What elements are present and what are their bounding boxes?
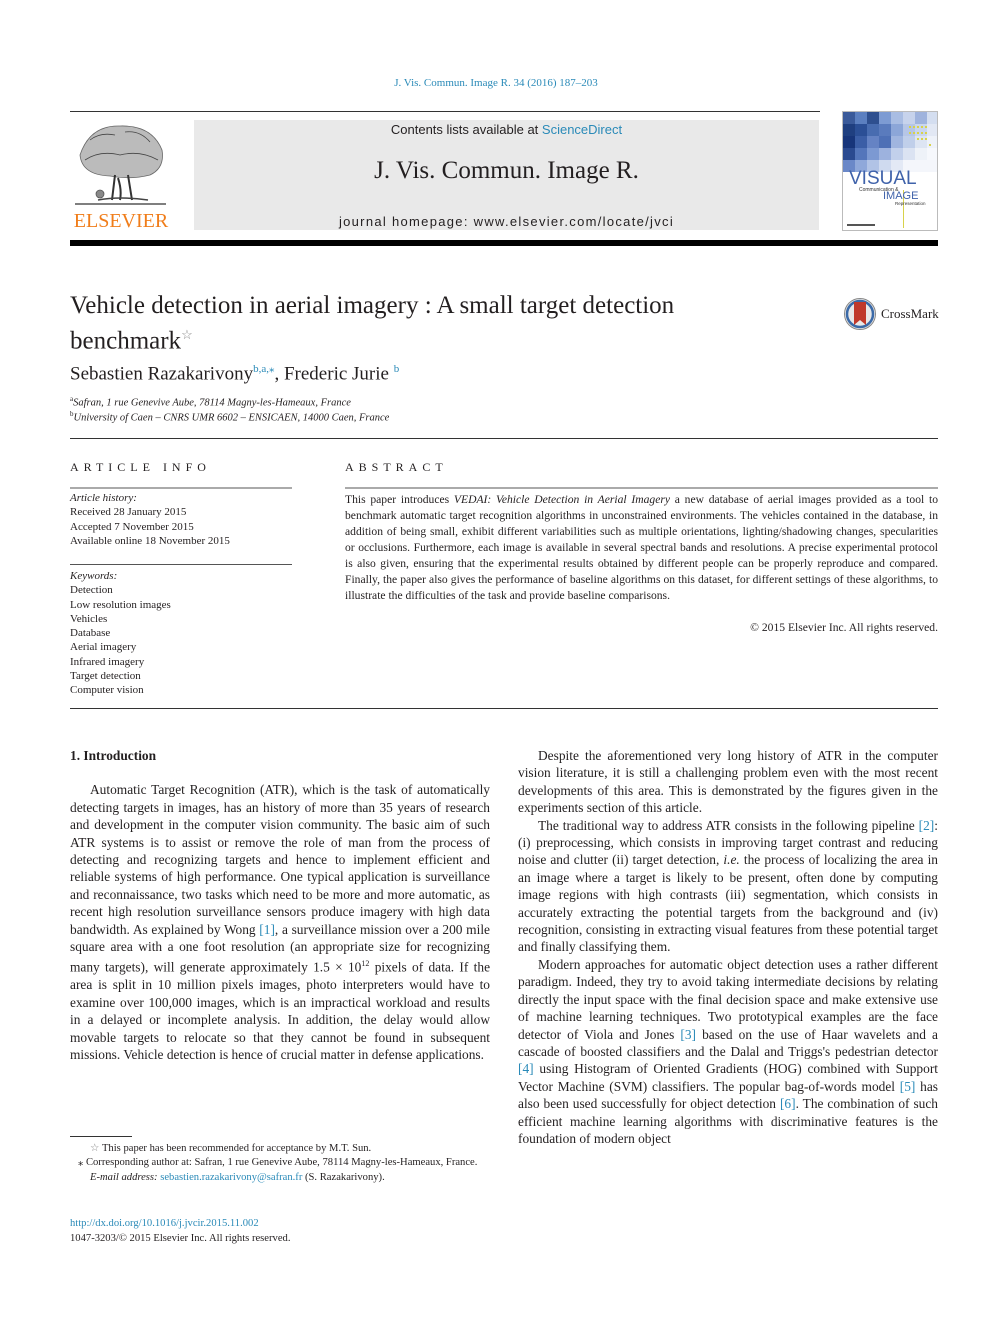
- doi-block: http://dx.doi.org/10.1016/j.jvcir.2015.1…: [70, 1216, 290, 1246]
- svg-text:Representation: Representation: [895, 201, 926, 206]
- reference-link[interactable]: [1]: [259, 922, 275, 937]
- contents-line: Contents lists available at ScienceDirec…: [194, 122, 819, 137]
- abstract-copyright: © 2015 Elsevier Inc. All rights reserved…: [750, 621, 938, 634]
- history-label: Article history:: [70, 492, 137, 504]
- title-line-1: Vehicle detection in aerial imagery : A …: [70, 292, 675, 319]
- divider: [70, 708, 938, 709]
- affiliation-a: aSafran, 1 rue Genevive Aube, 78114 Magn…: [70, 395, 351, 409]
- abstract-text: This paper introduces VEDAI: Vehicle Det…: [345, 492, 938, 604]
- affiliation-b: bUniversity of Caen – CNRS UMR 6602 – EN…: [70, 410, 389, 424]
- elsevier-wordmark: ELSEVIER: [73, 210, 169, 232]
- title-footnote-star-link[interactable]: ☆: [181, 327, 193, 342]
- author-affiliation-link[interactable]: b: [394, 363, 400, 375]
- article-title: Vehicle detection in aerial imagery : A …: [70, 291, 770, 355]
- cover-art-icon: VISUAL Communication & IMAGE Representat…: [843, 112, 937, 230]
- author-list: Sebastien Razakarivonyb,a,⁎, Frederic Ju…: [70, 362, 399, 385]
- body-column-right: Despite the aforementioned very long his…: [518, 747, 938, 1147]
- reference-link[interactable]: [4]: [518, 1061, 534, 1076]
- history-received: Received 28 January 2015: [70, 506, 187, 519]
- title-line-2: benchmark: [70, 327, 182, 355]
- history-online: Available online 18 November 2015: [70, 534, 230, 547]
- header-rule: [70, 111, 820, 112]
- elsevier-logo[interactable]: ELSEVIER: [70, 120, 172, 232]
- keyword: Computer vision: [70, 684, 144, 697]
- author-affiliation-link[interactable]: b,a,: [253, 363, 269, 375]
- paragraph: Automatic Target Recognition (ATR), whic…: [70, 782, 491, 1062]
- elsevier-tree-icon: [75, 125, 166, 205]
- abstract-heading: ABSTRACT: [345, 460, 448, 474]
- keyword: Vehicles: [70, 612, 108, 625]
- keywords: Keywords: Detection Low resolution image…: [70, 569, 300, 698]
- paragraph: Modern approaches for automatic object d…: [518, 956, 939, 1146]
- paragraph: Despite the aforementioned very long his…: [518, 748, 938, 816]
- journal-homepage[interactable]: journal homepage: www.elsevier.com/locat…: [194, 214, 819, 229]
- abstract-dataset-name: VEDAI: Vehicle Detection in Aerial Image…: [453, 493, 670, 506]
- email-link[interactable]: sebastien.razakarivony@safran.fr: [160, 1172, 302, 1183]
- sciencedirect-link[interactable]: ScienceDirect: [542, 122, 622, 137]
- keyword: Target detection: [70, 670, 141, 683]
- abstract-body: a new database of aerial images provided…: [345, 493, 938, 602]
- journal-cover-image[interactable]: VISUAL Communication & IMAGE Representat…: [842, 111, 938, 231]
- keyword: Aerial imagery: [70, 641, 137, 654]
- keyword: Database: [70, 627, 111, 640]
- issn-copyright: 1047-3203/© 2015 Elsevier Inc. All right…: [70, 1233, 291, 1244]
- keyword: Low resolution images: [70, 598, 171, 611]
- body-column-left: 1. Introduction Automatic Target Recogni…: [70, 747, 490, 1063]
- keywords-label: Keywords:: [70, 570, 118, 582]
- author-name: Sebastien Razakarivony: [70, 363, 254, 385]
- reference-link[interactable]: [6]: [780, 1096, 796, 1111]
- reference-link[interactable]: [5]: [900, 1079, 916, 1094]
- header-thick-rule: [70, 240, 938, 246]
- divider: [70, 487, 292, 489]
- journal-masthead: Contents lists available at ScienceDirec…: [194, 120, 819, 230]
- abstract-pre: This paper introduces: [345, 493, 454, 506]
- article-info-heading: ARTICLE INFO: [70, 460, 211, 474]
- reference-link[interactable]: [2]: [919, 818, 935, 833]
- contents-prefix: Contents lists available at: [390, 122, 542, 137]
- svg-text:VISUAL: VISUAL: [849, 168, 917, 189]
- crossmark-button[interactable]: CrossMark: [843, 297, 939, 331]
- affiliation-text: University of Caen – CNRS UMR 6602 – ENS…: [73, 412, 390, 424]
- footnote-rule: [70, 1136, 132, 1137]
- author-separator: ,: [274, 363, 284, 385]
- keyword: Infrared imagery: [70, 655, 145, 668]
- keyword: Detection: [70, 584, 113, 597]
- history-accepted: Accepted 7 November 2015: [70, 520, 194, 533]
- crossmark-icon: [844, 298, 876, 330]
- article-history: Article history: Received 28 January 201…: [70, 491, 300, 548]
- paragraph: The traditional way to address ATR consi…: [518, 817, 938, 955]
- footnote-recommendation: ☆ This paper has been recommended for ac…: [90, 1143, 372, 1154]
- affiliation-text: Safran, 1 rue Genevive Aube, 78114 Magny…: [73, 397, 351, 409]
- reference-link[interactable]: [3]: [680, 1027, 696, 1042]
- divider: [70, 564, 292, 565]
- journal-citation-link[interactable]: J. Vis. Commun. Image R. 34 (2016) 187–2…: [0, 77, 992, 89]
- footnote-corresponding: ⁎ Corresponding author at: Safran, 1 rue…: [78, 1157, 478, 1169]
- footnotes: ☆ This paper has been recommended for ac…: [70, 1142, 490, 1185]
- footnote-email: E-mail address: sebastien.razakarivony@s…: [90, 1171, 385, 1183]
- crossmark-label: CrossMark: [881, 306, 939, 321]
- doi-link[interactable]: http://dx.doi.org/10.1016/j.jvcir.2015.1…: [70, 1218, 259, 1229]
- divider: [345, 487, 938, 489]
- author-name: Frederic Jurie: [283, 363, 389, 385]
- section-heading: 1. Introduction: [70, 748, 157, 763]
- journal-title: J. Vis. Commun. Image R.: [374, 157, 639, 184]
- divider: [70, 438, 938, 439]
